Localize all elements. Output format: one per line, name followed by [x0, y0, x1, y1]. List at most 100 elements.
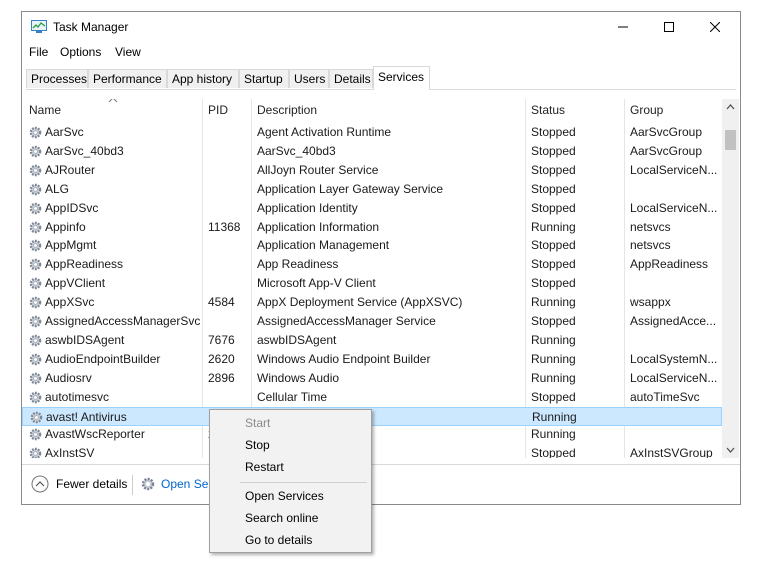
table-row[interactable]: AssignedAccessManagerSvc AssignedAccessMa… — [22, 312, 722, 331]
table-row[interactable]: AJRouter AllJoyn Router Service Stopped Loc… — [22, 161, 722, 180]
cell-description: Application Management — [257, 238, 390, 253]
tab-app-history[interactable]: App history — [167, 69, 239, 88]
tab-startup[interactable]: Startup — [239, 69, 289, 88]
tab-services[interactable]: Services — [373, 66, 430, 90]
cell-name: avast! Antivirus — [46, 409, 127, 424]
cell-pid: 7676 — [208, 332, 235, 347]
cell-name: AvastWscReporter — [45, 427, 145, 442]
cell-status: Running — [531, 295, 576, 310]
fewer-details-button[interactable]: Fewer details — [56, 477, 127, 491]
menu-bar: File Options View — [22, 42, 740, 64]
column-header-pid[interactable]: PID — [208, 99, 228, 121]
menu-file[interactable]: File — [29, 45, 48, 59]
tab-processes[interactable]: Processes — [26, 69, 88, 88]
cell-description: Windows Audio Endpoint Builder — [257, 351, 431, 366]
table-row[interactable]: AppMgmt Application Management Stopped nets… — [22, 236, 722, 255]
table-row[interactable]: AxInstSVstSV)StoppedAxInstSVGroup — [22, 444, 722, 458]
table-row[interactable]: AppXSvc 4584 AppX Deployment Service (AppX… — [22, 293, 722, 312]
table-row[interactable]: AppReadiness App Readiness Stopped AppReadi… — [22, 255, 722, 274]
table-row[interactable]: Appinfo 11368 Application Information Runni… — [22, 218, 722, 237]
menu-view[interactable]: View — [115, 45, 141, 59]
cell-status: Stopped — [531, 314, 576, 328]
table-row[interactable]: AarSvc Agent Activation Runtime Stopped Aar… — [22, 123, 722, 142]
cell-group: LocalServiceN... — [630, 200, 718, 215]
task-manager-app-icon — [31, 20, 47, 33]
table-row[interactable]: AppIDSvc Application Identity Stopped Local… — [22, 199, 722, 218]
scroll-down-arrow-icon[interactable] — [725, 446, 736, 454]
service-gear-icon — [29, 221, 42, 233]
tab-details[interactable]: Details — [329, 69, 373, 88]
scrollbar-thumb[interactable] — [725, 130, 736, 150]
cell-status: Stopped — [531, 446, 576, 458]
cell-status: Stopped — [531, 276, 576, 291]
cell-description: Application Identity — [257, 200, 358, 215]
column-header-status[interactable]: Status — [531, 99, 565, 121]
service-gear-icon — [29, 429, 42, 441]
ctx-stop[interactable]: Stop — [211, 434, 370, 456]
footer-divider — [132, 475, 133, 495]
service-gear-icon — [29, 240, 42, 252]
cell-status: Running — [531, 370, 576, 385]
tab-performance[interactable]: Performance — [88, 69, 167, 88]
cell-description: Windows Audio — [257, 370, 340, 385]
scroll-up-arrow-icon[interactable] — [725, 103, 736, 111]
table-row[interactable]: avast! Antivirus3Running — [22, 406, 722, 426]
table-row[interactable]: aswbIDSAgent 7676 aswbIDSAgent Running — [22, 331, 722, 350]
table-row[interactable]: AarSvc_40bd3 AarSvc_40bd3 Stopped AarSvcGro… — [22, 142, 722, 161]
chevron-up-circle-icon[interactable] — [31, 475, 49, 493]
cell-group — [630, 331, 720, 350]
cell-name: AudioEndpointBuilder — [45, 351, 161, 366]
table-row[interactable]: ALG Application Layer Gateway Service Stop… — [22, 180, 722, 199]
cell-group — [630, 274, 720, 293]
cell-status: Running — [532, 409, 577, 424]
services-gear-icon — [141, 477, 155, 491]
ctx-open-services[interactable]: Open Services — [211, 485, 370, 507]
table-row[interactable]: AudioEndpointBuilder 2620 Windows Audio En… — [22, 350, 722, 369]
table-row[interactable]: AppVClient Microsoft App-V Client Stopped — [22, 274, 722, 293]
column-header-description[interactable]: Description — [257, 99, 317, 121]
cell-description: AssignedAccessManager Service — [257, 314, 436, 328]
sort-ascending-icon — [108, 99, 118, 103]
cell-group — [630, 180, 720, 199]
minimize-button[interactable] — [600, 12, 646, 42]
cell-status: Stopped — [531, 125, 576, 139]
service-gear-icon — [29, 315, 42, 328]
cell-status: Stopped — [531, 389, 576, 404]
cell-description: Agent Activation Runtime — [257, 125, 392, 139]
cell-pid — [208, 161, 248, 180]
title-bar[interactable]: Task Manager — [22, 12, 740, 42]
tab-users[interactable]: Users — [289, 69, 329, 88]
column-header-group[interactable]: Group — [630, 99, 663, 121]
cell-group: AarSvcGroup — [630, 143, 703, 158]
cell-name: AppIDSvc — [45, 200, 99, 215]
ctx-separator — [240, 482, 367, 483]
open-services-link[interactable]: Open Ser — [161, 477, 212, 491]
table-row[interactable]: autotimesvc Cellular Time Stopped autoTimeS… — [22, 388, 722, 407]
task-manager-window: Task Manager File Options View Processes… — [21, 11, 741, 505]
cell-name: AxInstSV — [45, 446, 95, 458]
window-title: Task Manager — [53, 20, 129, 34]
minimize-icon — [618, 26, 628, 28]
services-table: Name PID Description Status Group AarSvc… — [22, 99, 722, 458]
cell-description: AllJoyn Router Service — [257, 162, 379, 177]
cell-description: Cellular Time — [257, 389, 328, 404]
ctx-go-to-details[interactable]: Go to details — [211, 529, 370, 551]
table-row[interactable]: Audiosrv 2896 Windows Audio Running LocalSer… — [22, 369, 722, 388]
service-gear-icon — [29, 164, 42, 177]
cell-pid — [208, 142, 248, 161]
service-context-menu: Start Stop Restart Open Services Search … — [209, 409, 372, 553]
table-row[interactable]: AvastWscReporter2Running — [22, 425, 722, 444]
ctx-search-online[interactable]: Search online — [211, 507, 370, 529]
menu-options[interactable]: Options — [60, 45, 101, 59]
ctx-restart[interactable]: Restart — [211, 456, 370, 478]
footer-bar: Fewer details Open Ser — [22, 464, 740, 505]
column-header-name[interactable]: Name — [29, 99, 61, 121]
cell-pid: 11368 — [208, 219, 241, 234]
maximize-button[interactable] — [646, 12, 692, 42]
service-gear-icon — [29, 126, 42, 139]
vertical-scrollbar[interactable] — [722, 99, 739, 458]
cell-name: AarSvc — [45, 125, 84, 139]
cell-status: Stopped — [531, 181, 576, 196]
cell-pid — [208, 255, 248, 274]
close-button[interactable] — [692, 12, 738, 42]
